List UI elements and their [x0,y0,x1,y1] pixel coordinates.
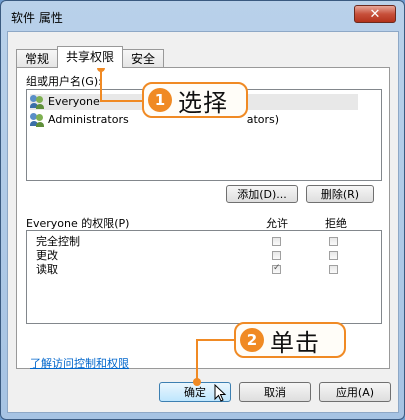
deny-checkbox-read[interactable] [329,265,338,274]
permission-read: 读取 [36,263,58,276]
step-2-text: 单击 [270,328,320,357]
allow-checkbox-read[interactable] [272,263,281,274]
access-control-help-link[interactable]: 了解访问控制和权限 [30,355,129,371]
properties-window: 软件 属性 ✕ 常规 共享权限 安全 组或用户名(G): Everyone Ad… [0,0,405,420]
permissions-table: 完全控制 更改 读取 [26,230,382,324]
permissions-label: Everyone 的权限(P) [26,217,130,230]
users-icon [30,113,46,127]
users-icon [30,95,46,109]
allow-checkbox-full-control[interactable] [272,237,281,246]
callout-connector [196,339,236,341]
add-button[interactable]: 添加(D)... [226,185,298,203]
step-1-badge: 1 [148,88,172,112]
step-1-callout: 1 选择 [142,82,248,118]
list-item-label: Everyone [48,95,100,108]
allow-checkbox-change[interactable] [272,251,281,260]
mouse-cursor-icon [214,384,227,402]
step-2-badge: 2 [240,328,264,352]
callout-anchor-dot [193,378,201,386]
deny-checkbox-change[interactable] [329,251,338,260]
close-icon: ✕ [369,6,381,22]
list-item-label-suffix: ators) [246,113,280,126]
apply-button[interactable]: 应用(A) [319,382,391,402]
groups-label: 组或用户名(G): [26,75,102,88]
step-2-callout: 2 单击 [234,322,346,358]
allow-column-header: 允许 [266,217,288,230]
tab-strip: 常规 共享权限 安全 [16,46,165,68]
remove-button[interactable]: 删除(R) [306,185,374,203]
tab-share-permissions[interactable]: 共享权限 [57,46,124,68]
permission-change: 更改 [36,249,58,262]
callout-connector [100,100,144,102]
window-title: 软件 属性 [11,11,63,25]
deny-column-header: 拒绝 [325,217,347,230]
tab-general[interactable]: 常规 [16,49,59,68]
cancel-button[interactable]: 取消 [239,382,311,402]
callout-connector [100,68,102,102]
step-1-text: 选择 [178,88,228,117]
callout-connector [196,339,198,381]
list-item-label: Administrators [48,113,129,126]
close-button[interactable]: ✕ [354,5,396,23]
permission-full-control: 完全控制 [36,235,80,248]
tab-security[interactable]: 安全 [122,49,165,68]
title-bar[interactable]: 软件 属性 ✕ [1,1,404,31]
deny-checkbox-full-control[interactable] [329,237,338,246]
